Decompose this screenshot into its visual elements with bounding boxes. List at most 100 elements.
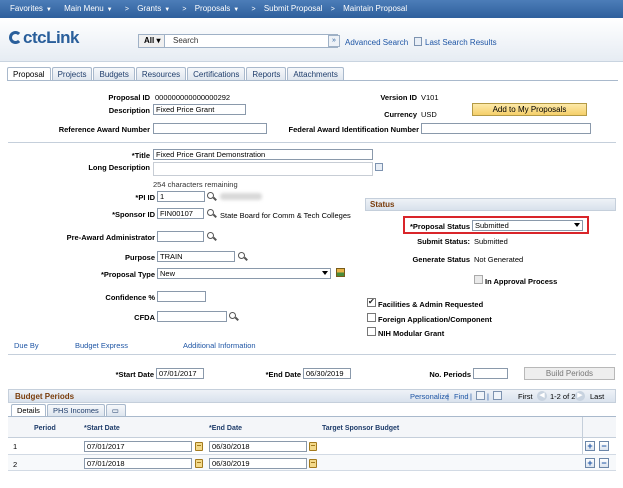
header-band: ctcLink All ▾ Search » Advanced Search L…	[0, 18, 623, 62]
tab-budgets[interactable]: Budgets	[93, 67, 135, 81]
cfda-input[interactable]	[157, 311, 227, 322]
pre-award-input[interactable]	[157, 231, 204, 242]
calendar-icon[interactable]	[195, 459, 203, 468]
sponsor-lookup-icon[interactable]	[207, 209, 216, 218]
column-period: Period	[34, 425, 56, 432]
expand-textarea-icon[interactable]	[375, 163, 383, 171]
row-1-start-date-input[interactable]: 07/01/2017	[84, 441, 192, 452]
search-input[interactable]: Search	[173, 35, 198, 47]
dropdown-arrow-icon	[574, 223, 580, 227]
download-icon[interactable]	[493, 391, 502, 400]
currency-value: USD	[421, 110, 437, 119]
pi-lookup-icon[interactable]	[207, 192, 216, 201]
find-link[interactable]: Find	[454, 392, 469, 401]
subtab-phs-incomes[interactable]: PHS Incomes	[46, 404, 105, 416]
ctclink-logo[interactable]: ctcLink	[9, 28, 80, 48]
tab-proposal[interactable]: Proposal	[7, 67, 51, 81]
tab-projects[interactable]: Projects	[51, 67, 93, 81]
favorites-menu[interactable]: Favorites	[10, 4, 43, 13]
breadcrumb-proposals[interactable]: Proposals	[195, 4, 231, 13]
first-label[interactable]: First	[518, 392, 533, 401]
long-description-textarea[interactable]	[153, 162, 373, 176]
additional-information-link[interactable]: Additional Information	[183, 341, 256, 350]
cfda-lookup-icon[interactable]	[229, 312, 238, 321]
previous-icon[interactable]: ◀	[537, 391, 547, 401]
tab-attachments[interactable]: Attachments	[287, 67, 344, 81]
reference-award-input[interactable]	[153, 123, 267, 134]
show-all-columns-icon[interactable]: ▭	[105, 404, 126, 416]
budget-express-link[interactable]: Budget Express	[75, 341, 128, 350]
dropdown-arrow-icon	[322, 271, 328, 275]
foreign-checkbox[interactable]	[367, 313, 376, 322]
breadcrumb-submit-proposal[interactable]: Submit Proposal	[264, 4, 323, 13]
federal-award-input[interactable]	[421, 123, 591, 134]
tab-resources[interactable]: Resources	[135, 67, 187, 81]
start-date-input[interactable]: 07/01/2017	[156, 368, 204, 379]
reference-award-label: Reference Award Number	[58, 125, 150, 134]
calendar-icon[interactable]	[309, 442, 317, 451]
sponsor-id-input[interactable]: FIN00107	[157, 208, 204, 219]
proposal-type-detail-icon[interactable]	[336, 268, 345, 277]
search-scope-value: All	[144, 36, 155, 45]
federal-award-label: Federal Award Identification Number	[288, 125, 419, 134]
chevron-down-icon[interactable]: ▼	[164, 7, 170, 13]
calendar-icon[interactable]	[309, 459, 317, 468]
row-2-start-date-input[interactable]: 07/01/2018	[84, 458, 192, 469]
build-periods-button[interactable]: Build Periods	[524, 367, 615, 380]
nih-checkbox[interactable]	[367, 327, 376, 336]
proposal-id-value: 000000000000000292	[155, 93, 231, 102]
description-input[interactable]: Fixed Price Grant	[153, 104, 246, 115]
tab-certifications[interactable]: Certifications	[187, 67, 246, 81]
characters-remaining: 254 characters remaining	[153, 180, 238, 189]
column-target-sponsor-budget: Target Sponsor Budget	[322, 425, 400, 432]
pre-award-lookup-icon[interactable]	[207, 232, 216, 241]
pi-name-redacted	[220, 193, 262, 200]
view-all-icon[interactable]	[476, 391, 485, 400]
breadcrumb-grants[interactable]: Grants	[137, 4, 161, 13]
no-periods-input[interactable]	[473, 368, 508, 379]
delete-row-icon[interactable]: −	[599, 458, 609, 468]
last-search-results-link[interactable]: Last Search Results	[425, 38, 497, 47]
breadcrumb-maintain-proposal[interactable]: Maintain Proposal	[343, 4, 407, 13]
add-row-icon[interactable]: +	[585, 441, 595, 451]
search-box[interactable]: All ▾ Search	[138, 34, 338, 48]
chevron-down-icon[interactable]: ▼	[46, 7, 52, 13]
add-row-icon[interactable]: +	[585, 458, 595, 468]
main-menu[interactable]: Main Menu	[64, 4, 104, 13]
title-input[interactable]: Fixed Price Grant Demonstration	[153, 149, 373, 160]
purpose-input[interactable]: TRAIN	[157, 251, 235, 262]
last-search-icon[interactable]	[414, 37, 422, 46]
row-1-end-date-input[interactable]: 06/30/2018	[209, 441, 307, 452]
confidence-input[interactable]	[157, 291, 206, 302]
delete-row-icon[interactable]: −	[599, 441, 609, 451]
title-label: *Title	[131, 151, 150, 160]
tab-reports[interactable]: Reports	[246, 67, 287, 81]
column-end-date: *End Date	[209, 425, 243, 432]
chevron-down-icon[interactable]: ▼	[233, 7, 239, 13]
row-2-end-date-input[interactable]: 06/30/2019	[209, 458, 307, 469]
foreign-label: Foreign Application/Component	[378, 315, 492, 324]
pi-id-input[interactable]: 1	[157, 191, 205, 202]
facilities-checkbox[interactable]	[367, 297, 376, 307]
search-scope-select[interactable]: All ▾	[139, 35, 165, 47]
no-periods-label: No. Periods	[429, 370, 471, 379]
end-date-input[interactable]: 06/30/2019	[303, 368, 351, 379]
advanced-search-link[interactable]: Advanced Search	[345, 38, 408, 47]
calendar-icon[interactable]	[195, 442, 203, 451]
proposal-status-select[interactable]: Submitted	[472, 220, 583, 231]
purpose-lookup-icon[interactable]	[238, 252, 247, 261]
start-date-label: *Start Date	[115, 370, 154, 379]
last-label[interactable]: Last	[590, 392, 604, 401]
due-by-link[interactable]: Due By	[14, 341, 39, 350]
proposal-type-select[interactable]: New	[157, 268, 331, 279]
next-icon[interactable]: ▶	[575, 391, 585, 401]
search-go-icon[interactable]: »	[328, 35, 340, 47]
long-description-label: Long Description	[88, 163, 150, 172]
description-label: Description	[108, 106, 150, 115]
add-to-my-proposals-button[interactable]: Add to My Proposals	[472, 103, 587, 116]
subtab-details[interactable]: Details	[11, 404, 46, 416]
in-approval-label: In Approval Process	[485, 277, 558, 286]
chevron-down-icon[interactable]: ▼	[107, 7, 113, 13]
personalize-link[interactable]: Personalize	[410, 392, 449, 401]
in-approval-checkbox[interactable]	[474, 275, 483, 284]
